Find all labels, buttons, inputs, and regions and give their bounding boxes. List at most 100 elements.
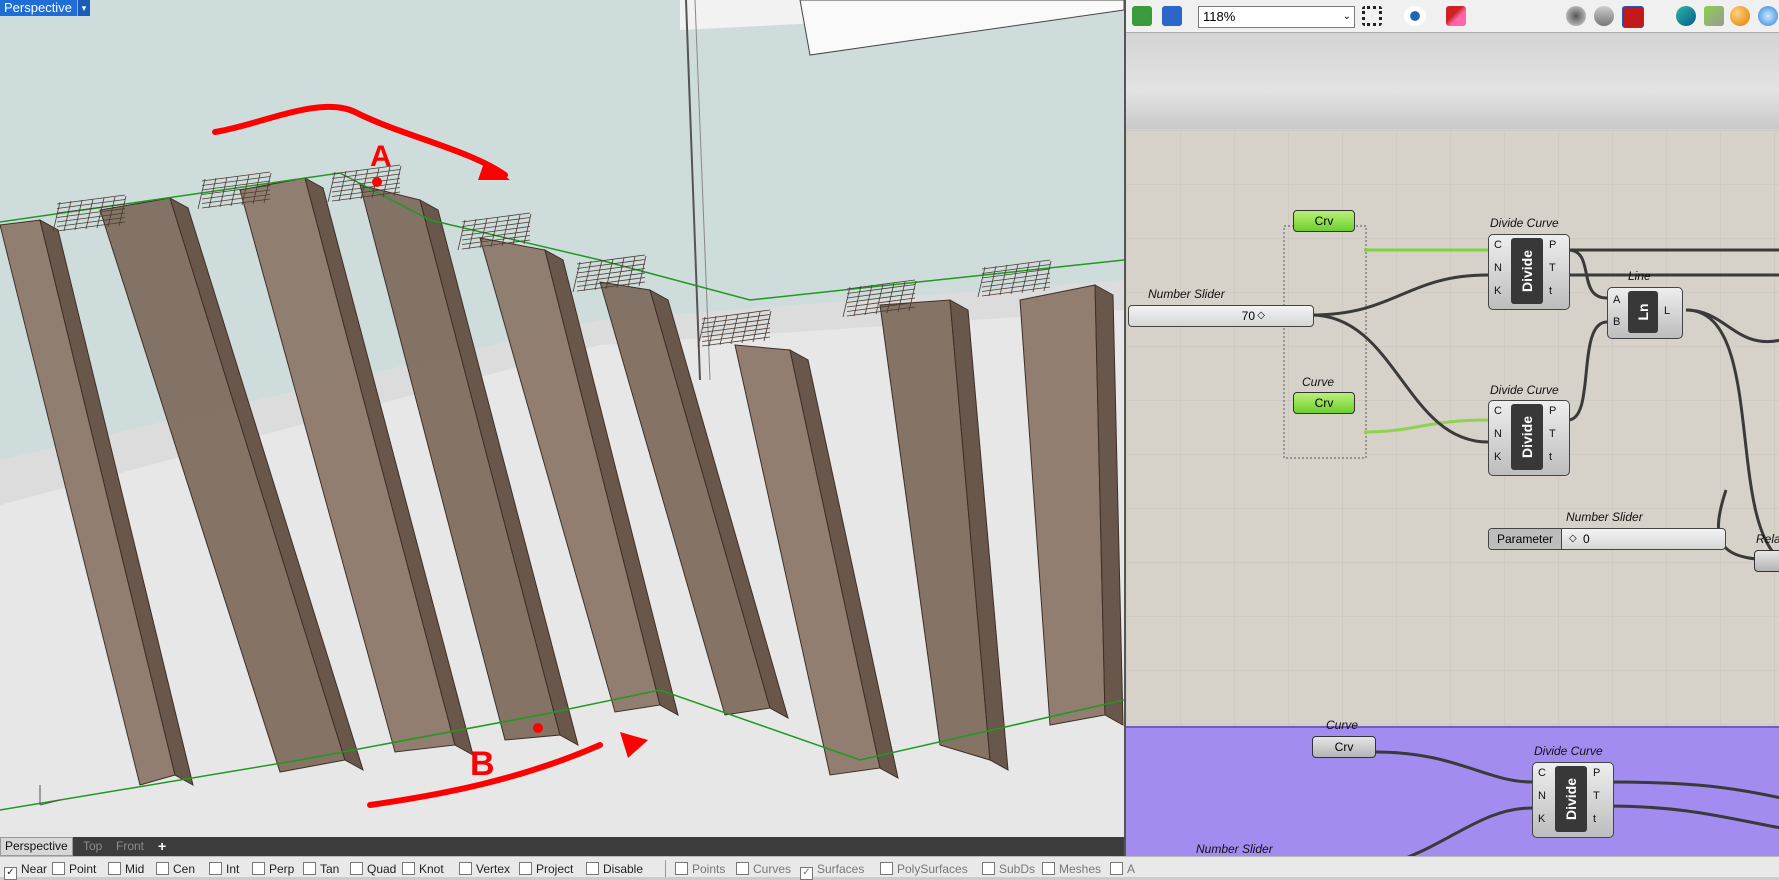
port-l[interactable]: L (1664, 305, 1670, 317)
port-n[interactable]: N (1494, 262, 1502, 274)
checkbox[interactable] (108, 862, 121, 875)
checkbox[interactable] (52, 862, 65, 875)
osnap-quad[interactable]: Quad (350, 862, 396, 876)
checkbox[interactable] (402, 862, 415, 875)
port-b[interactable]: B (1613, 316, 1620, 328)
port-t[interactable]: T (1549, 262, 1556, 274)
rhino-viewport[interactable]: A B Perspective ▾ (0, 0, 1124, 837)
filter-surfaces[interactable]: ✓ Surfaces (800, 862, 864, 880)
tab-perspective[interactable]: Perspective (0, 837, 73, 856)
add-tab-button[interactable]: + (158, 838, 166, 855)
osnap-vertex[interactable]: Vertex (459, 862, 510, 876)
line-component[interactable]: A B Ln L (1607, 287, 1683, 339)
osnap-int[interactable]: Int (209, 862, 239, 876)
checkbox[interactable]: ✓ (4, 867, 17, 880)
checkbox[interactable] (350, 862, 363, 875)
osnap-near[interactable]: ✓ Near (4, 862, 47, 880)
parameter-slider[interactable]: Parameter ◇ 0 (1488, 528, 1726, 550)
checkbox[interactable] (1042, 862, 1055, 875)
osnap-label: Project (536, 862, 574, 876)
viewport-title-button[interactable]: Perspective ▾ (0, 0, 90, 16)
filter-curves[interactable]: Curves (736, 862, 791, 876)
port-t-lower[interactable]: t (1549, 451, 1552, 463)
tab-front[interactable]: Front (116, 838, 144, 855)
shaded-preview-icon[interactable] (1622, 6, 1644, 28)
osnap-tan[interactable]: Tan (303, 862, 339, 876)
slider-grip-icon[interactable]: ◇ (1257, 306, 1265, 326)
viewport-scene: A B (0, 0, 1124, 837)
port-a[interactable]: A (1613, 294, 1620, 306)
filter-meshes[interactable]: Meshes (1042, 862, 1101, 876)
material-icon[interactable] (1730, 6, 1750, 26)
filter-polysurfaces[interactable]: PolySurfaces (880, 862, 968, 876)
checkbox[interactable] (880, 862, 893, 875)
checkbox[interactable]: ✓ (800, 867, 813, 880)
filter-subds[interactable]: SubDs (982, 862, 1035, 876)
checkbox[interactable] (675, 862, 688, 875)
port-t-lower[interactable]: t (1593, 813, 1596, 825)
preview-eye-icon[interactable] (1404, 6, 1426, 26)
osnap-mid[interactable]: Mid (108, 862, 144, 876)
custom-preview-icon[interactable] (1704, 6, 1724, 26)
divide-curve-component-2[interactable]: C N K Divide P T t (1488, 400, 1570, 476)
checkbox[interactable] (586, 862, 599, 875)
port-k[interactable]: K (1538, 813, 1545, 825)
open-file-icon[interactable] (1132, 6, 1152, 26)
tab-top[interactable]: Top (83, 838, 102, 855)
port-t-lower[interactable]: t (1549, 285, 1552, 297)
port-c[interactable]: C (1494, 405, 1502, 417)
osnap-point[interactable]: Point (52, 862, 96, 876)
port-p[interactable]: P (1549, 405, 1556, 417)
gradient-icon[interactable] (1758, 6, 1778, 26)
sketch-icon[interactable] (1446, 6, 1466, 26)
viewport-menu-icon[interactable]: ▾ (77, 0, 90, 16)
port-n[interactable]: N (1494, 428, 1502, 440)
port-n[interactable]: N (1538, 790, 1546, 802)
preview-mode-icon[interactable] (1676, 6, 1696, 26)
osnap-project[interactable]: Project (519, 862, 573, 876)
osnap-perp[interactable]: Perp (252, 862, 294, 876)
port-k[interactable]: K (1494, 285, 1501, 297)
crv-param-top[interactable]: Crv (1293, 210, 1355, 232)
zoom-select[interactable]: 118% ⌄ (1198, 6, 1355, 28)
filter-label: A (1127, 862, 1136, 876)
osnap-cen[interactable]: Cen (156, 862, 195, 876)
relay-component[interactable] (1754, 550, 1779, 572)
group-divide-component[interactable]: C N K Divide P T t (1532, 762, 1614, 838)
checkbox[interactable] (252, 862, 265, 875)
checkbox[interactable] (156, 862, 169, 875)
osnap-label: Point (69, 862, 97, 876)
port-p[interactable]: P (1593, 767, 1600, 779)
checkbox[interactable] (209, 862, 222, 875)
group-crv-param[interactable]: Crv (1312, 736, 1376, 758)
divide1-title: Divide Curve (1490, 216, 1559, 230)
slider-grip-icon[interactable]: ◇ (1569, 529, 1577, 549)
port-t[interactable]: T (1549, 428, 1556, 440)
gh-canvas[interactable]: Crv Number Slider 70 ◇ Curve Crv Divide … (1126, 130, 1779, 726)
crv-param-mid[interactable]: Crv (1293, 392, 1355, 414)
port-c[interactable]: C (1494, 239, 1502, 251)
checkbox[interactable] (303, 862, 316, 875)
zoom-extents-icon[interactable] (1362, 6, 1382, 26)
wire-display-icon[interactable] (1566, 6, 1586, 26)
line-title: Line (1628, 269, 1651, 283)
checkbox[interactable] (1110, 862, 1123, 875)
port-k[interactable]: K (1494, 451, 1501, 463)
checkbox[interactable] (519, 862, 532, 875)
osnap-knot[interactable]: Knot (402, 862, 444, 876)
divide-curve-component-1[interactable]: C N K Divide P T t (1488, 234, 1570, 310)
osnap-disable[interactable]: Disable (586, 862, 643, 876)
checkbox[interactable] (459, 862, 472, 875)
checkbox[interactable] (982, 862, 995, 875)
port-c[interactable]: C (1538, 767, 1546, 779)
port-t[interactable]: T (1593, 790, 1600, 802)
number-slider-top[interactable]: 70 ◇ (1128, 305, 1314, 327)
port-p[interactable]: P (1549, 239, 1556, 251)
gh-group[interactable]: Curve Crv Divide Curve C N K Divide P T … (1126, 718, 1779, 856)
checkbox[interactable] (736, 862, 749, 875)
save-icon[interactable] (1162, 6, 1182, 26)
line-body: Ln (1628, 291, 1658, 333)
selected-preview-icon[interactable] (1594, 6, 1614, 26)
filter-a[interactable]: A (1110, 862, 1135, 876)
filter-points[interactable]: Points (675, 862, 725, 876)
